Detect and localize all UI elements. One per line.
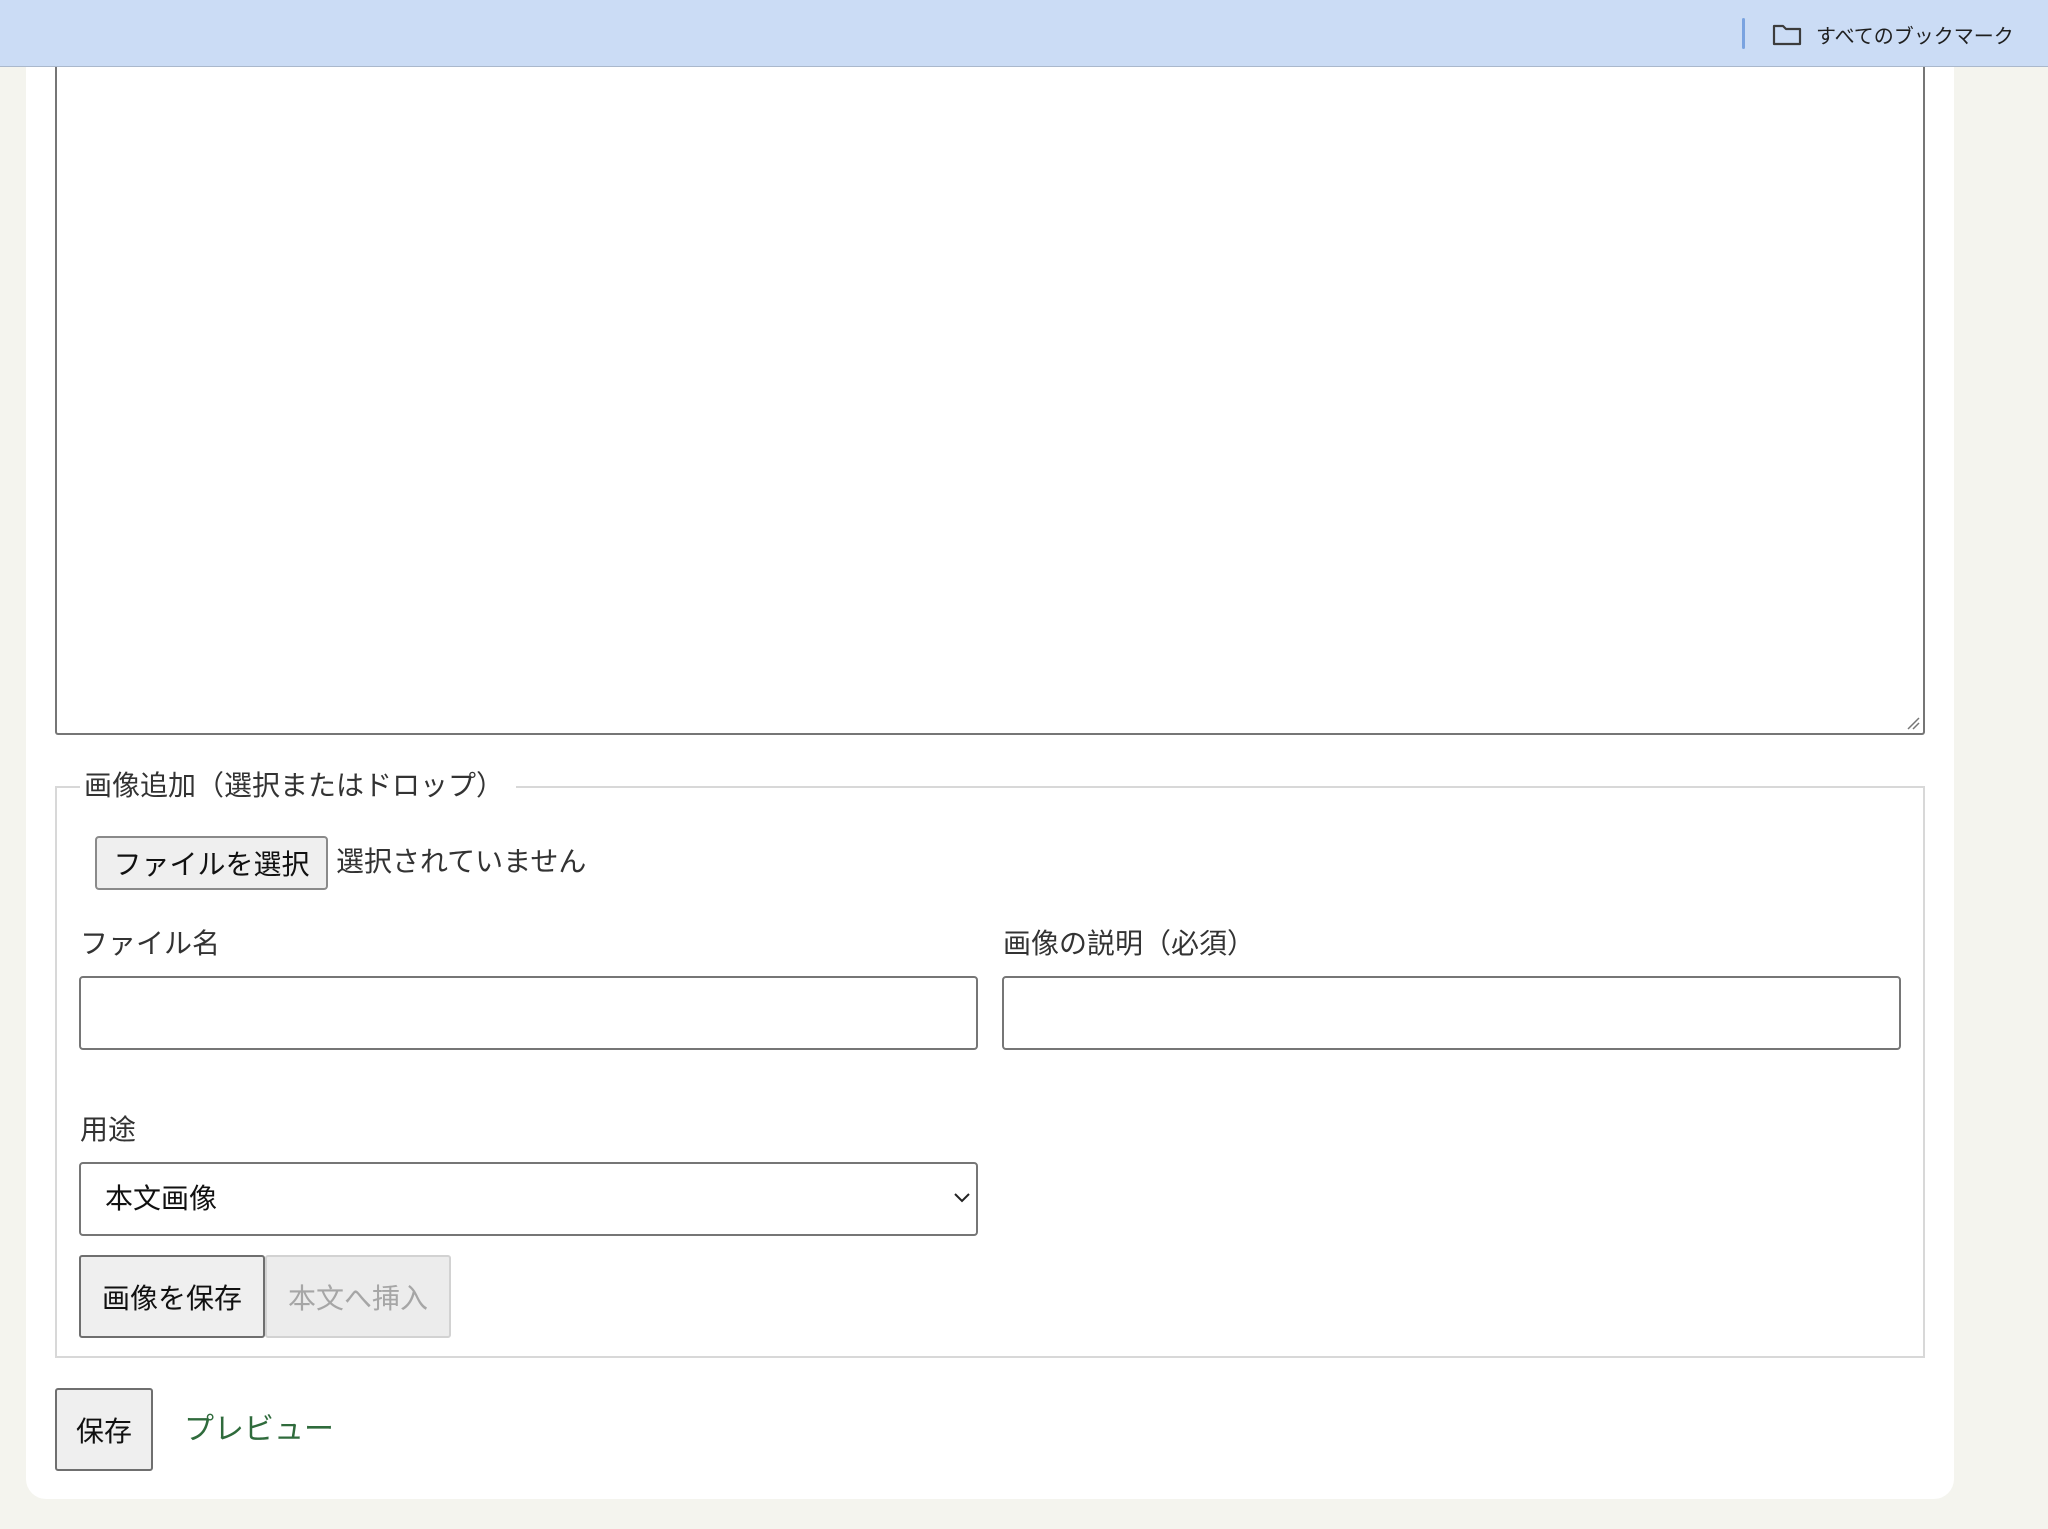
image-upload-legend: 画像追加（選択またはドロップ） xyxy=(80,768,517,804)
filename-label: ファイル名 xyxy=(80,927,221,960)
all-bookmarks-button[interactable]: すべてのブックマーク xyxy=(1772,19,2014,49)
file-status-text: 選択されていません xyxy=(336,845,587,878)
choose-file-button[interactable]: ファイルを選択 xyxy=(95,836,328,890)
all-bookmarks-label: すべてのブックマーク xyxy=(1816,23,2014,48)
resize-handle-icon[interactable] xyxy=(1906,716,1920,730)
description-input[interactable] xyxy=(1002,976,1901,1050)
purpose-label: 用途 xyxy=(80,1113,137,1146)
bookmarks-divider xyxy=(1742,18,1745,49)
preview-link[interactable]: プレビュー xyxy=(184,1410,334,1450)
folder-icon xyxy=(1772,22,1802,46)
bookmarks-bar: すべてのブックマーク xyxy=(0,0,2048,67)
purpose-selected-value: 本文画像 xyxy=(105,1182,218,1215)
chevron-down-icon xyxy=(954,1193,970,1203)
filename-input[interactable] xyxy=(79,976,978,1050)
save-button[interactable]: 保存 xyxy=(55,1388,153,1471)
insert-into-body-button[interactable]: 本文へ挿入 xyxy=(265,1255,451,1338)
purpose-select[interactable]: 本文画像 xyxy=(79,1162,978,1236)
description-label: 画像の説明（必須） xyxy=(1003,927,1256,960)
save-image-button[interactable]: 画像を保存 xyxy=(79,1255,265,1338)
body-textarea[interactable] xyxy=(55,67,1925,735)
